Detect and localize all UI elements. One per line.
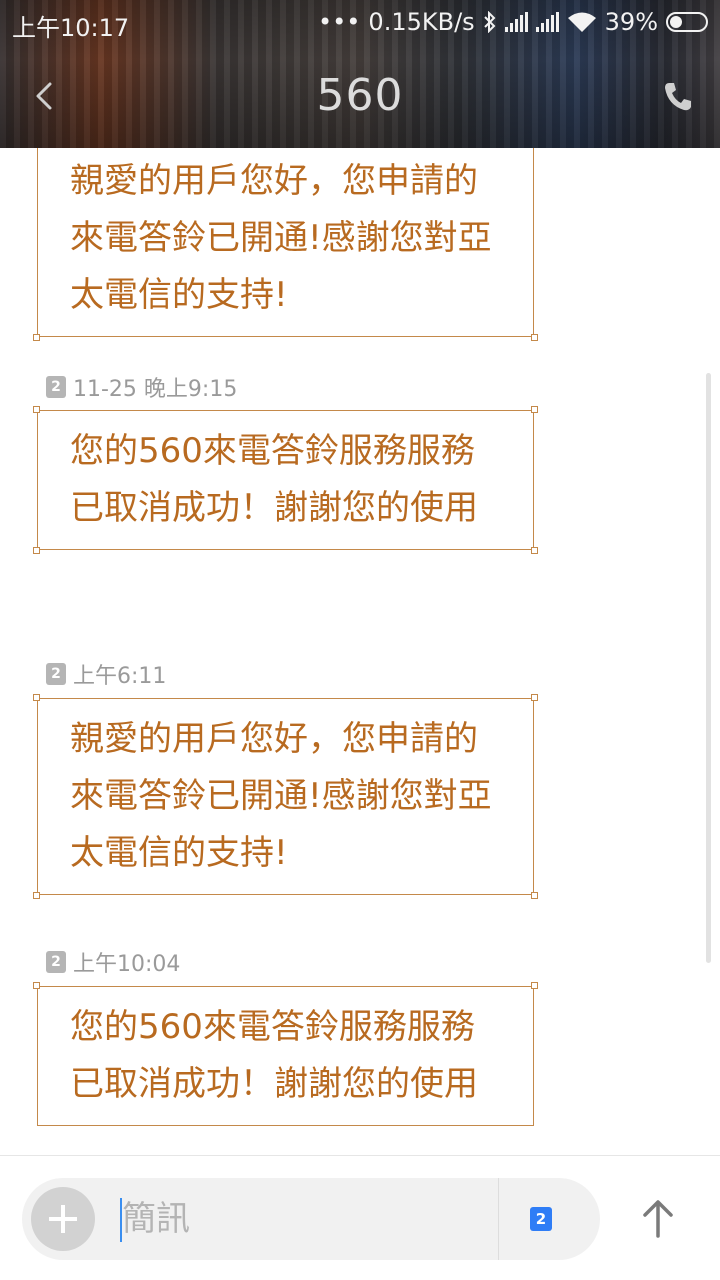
message-bubble[interactable]: 親愛的用戶您好，您申請的來電答鈴已開通!感謝您對亞太電信的支持! <box>33 694 538 899</box>
message-bubble[interactable]: 親愛的用戶您好，您申請的來電答鈴已開通!感謝您對亞太電信的支持! <box>33 148 538 341</box>
contact-title: 560 <box>316 70 404 121</box>
arrow-up-icon[interactable] <box>640 1198 676 1238</box>
conversation-header: 上午10:17 ••• 0.15KB/s 39% 560 <box>0 0 720 148</box>
back-button[interactable] <box>30 76 60 116</box>
message-text: 親愛的用戶您好，您申請的來電答鈴已開通!感謝您對亞太電信的支持! <box>70 161 492 315</box>
sim-select-button[interactable]: 2 <box>530 1207 552 1231</box>
battery-icon <box>666 12 708 32</box>
message-thread[interactable]: 親愛的用戶您好，您申請的來電答鈴已開通!感謝您對亞太電信的支持! 2 11-25… <box>0 148 720 1154</box>
message-time: 上午10:04 <box>73 952 181 977</box>
status-time: 上午10:17 <box>12 14 130 42</box>
message-text: 您的560來電答鈴服務服務已取消成功！謝謝您的使用 <box>70 1007 478 1104</box>
message-time: 上午6:11 <box>73 664 167 689</box>
scrollbar[interactable] <box>706 373 711 963</box>
phone-icon[interactable] <box>662 80 692 112</box>
composer-pill: 2 <box>22 1178 600 1260</box>
composer-bar: 2 <box>0 1155 720 1280</box>
status-icons: ••• 0.15KB/s 39% <box>318 8 708 36</box>
plus-icon[interactable] <box>31 1187 95 1251</box>
divider <box>498 1178 499 1260</box>
status-bar: 上午10:17 ••• 0.15KB/s 39% <box>0 0 720 46</box>
message-timestamp-row: 2 上午6:11 <box>46 660 167 689</box>
battery-percent: 39% <box>604 8 658 36</box>
sim-badge: 2 <box>46 376 66 398</box>
message-bubble[interactable]: 您的560來電答鈴服務服務已取消成功！謝謝您的使用 <box>33 982 538 1126</box>
sim-badge: 2 <box>46 951 66 973</box>
signal-icon <box>504 12 528 32</box>
network-speed: 0.15KB/s <box>368 8 475 36</box>
message-text: 您的560來電答鈴服務服務已取消成功！謝謝您的使用 <box>70 431 478 528</box>
sms-input[interactable] <box>122 1190 482 1248</box>
message-timestamp-row: 2 11-25 晚上9:15 <box>46 373 238 402</box>
message-text: 親愛的用戶您好，您申請的來電答鈴已開通!感謝您對亞太電信的支持! <box>70 719 492 873</box>
sim-badge: 2 <box>46 663 66 685</box>
message-bubble[interactable]: 您的560來電答鈴服務服務已取消成功！謝謝您的使用 <box>33 406 538 554</box>
dots-icon: ••• <box>317 8 361 36</box>
wifi-icon <box>567 12 596 32</box>
message-time: 11-25 晚上9:15 <box>73 377 238 402</box>
signal-icon <box>535 12 559 32</box>
message-timestamp-row: 2 上午10:04 <box>46 948 181 977</box>
bluetooth-icon <box>483 11 496 33</box>
